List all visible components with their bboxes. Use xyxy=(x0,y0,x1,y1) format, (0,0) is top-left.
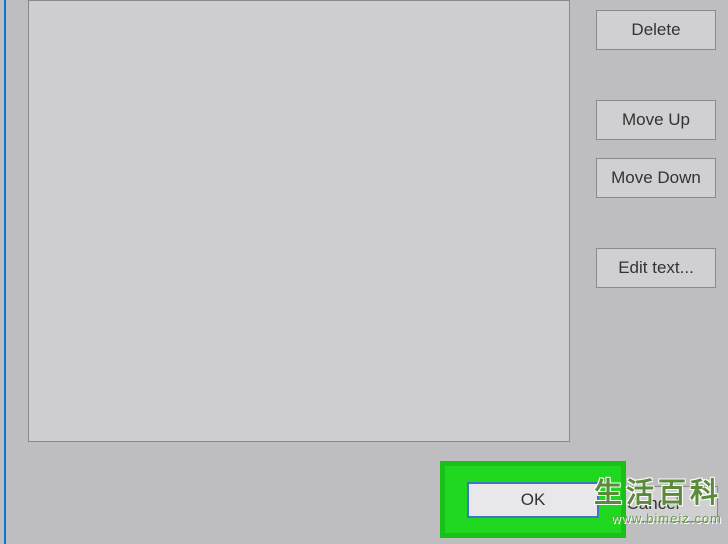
side-button-panel: Delete Move Up Move Down Edit text... xyxy=(596,10,716,288)
move-down-button[interactable]: Move Down xyxy=(596,158,716,198)
delete-button[interactable]: Delete xyxy=(596,10,716,50)
button-group-delete: Delete xyxy=(596,10,716,50)
ok-button[interactable]: OK xyxy=(467,482,599,518)
edit-text-button[interactable]: Edit text... xyxy=(596,248,716,288)
items-listbox[interactable] xyxy=(28,0,570,442)
ok-highlight-box: OK xyxy=(440,461,626,538)
dialog-window: Delete Move Up Move Down Edit text... Ca… xyxy=(4,0,728,544)
button-group-edit: Edit text... xyxy=(596,248,716,288)
move-up-button[interactable]: Move Up xyxy=(596,100,716,140)
button-group-move: Move Up Move Down xyxy=(596,100,716,198)
